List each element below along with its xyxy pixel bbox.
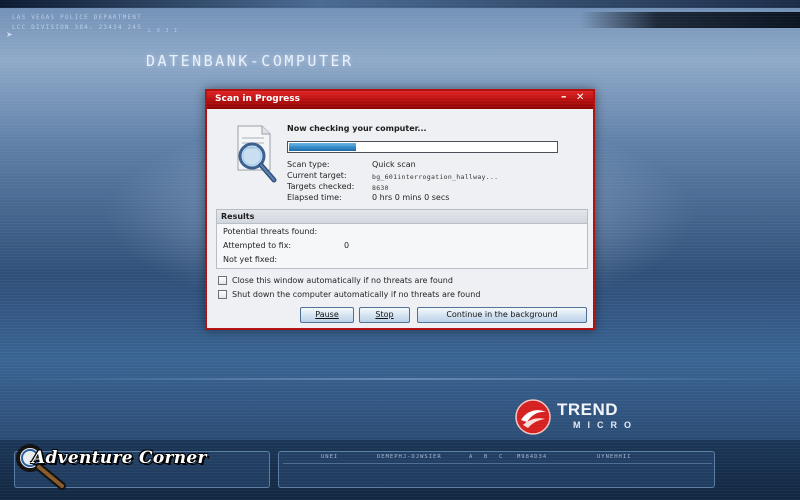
left-panel-code: L O J I <box>148 28 179 34</box>
dept-line-1: LAS VEGAS POLICE DEPARTMENT <box>12 14 142 21</box>
dept-line-2: LCC DIVISION 384- 23434 245 <box>12 24 142 31</box>
auto-shutdown-checkbox[interactable] <box>218 290 227 299</box>
brand-micro-text: MICRO <box>573 420 638 430</box>
screen-title: DATENBANK-COMPUTER <box>146 52 354 70</box>
current-target-value: bg_601interrogation_hallway... <box>372 173 499 181</box>
bottom-right-panel: UNEI DEMEPHJ-DJWSIER A B C M984D34 UYNEH… <box>278 451 715 488</box>
horizon-glow <box>0 378 800 380</box>
column-label: UNEI <box>321 454 339 460</box>
pause-button[interactable]: Pause <box>300 307 354 323</box>
results-header: Results <box>217 210 587 224</box>
auto-close-checkbox[interactable] <box>218 276 227 285</box>
scan-dialog: Scan in Progress – ✕ Now checking your c… <box>205 89 595 330</box>
targets-checked-value: 8630 <box>372 184 389 192</box>
top-strip <box>0 0 800 8</box>
auto-close-label: Close this window automatically if no th… <box>232 276 453 285</box>
scan-heading: Now checking your computer... <box>287 124 427 133</box>
elapsed-time-label: Elapsed time: <box>287 193 342 202</box>
watermark-text: Adventure Corner <box>32 448 207 469</box>
column-label: C <box>499 454 504 460</box>
bottom-console <box>0 440 800 500</box>
dialog-titlebar[interactable]: Scan in Progress – ✕ <box>207 90 593 109</box>
column-label: DEMEPHJ-DJWSIER <box>377 454 442 460</box>
results-title: Results <box>221 212 255 221</box>
magnifier-document-icon <box>237 125 277 183</box>
panel-divider <box>283 463 712 464</box>
continue-background-button[interactable]: Continue in the background <box>417 307 587 323</box>
column-label: A <box>469 454 474 460</box>
targets-checked-label: Targets checked: <box>287 182 355 191</box>
brand-trend-text: TREND <box>557 400 619 419</box>
cursor-mark-icon: ➤ <box>6 30 13 39</box>
trend-micro-logo-icon <box>515 399 551 435</box>
minimize-icon[interactable]: – <box>561 90 567 103</box>
top-dark-bar <box>580 12 800 28</box>
scan-progress-bar <box>287 141 558 153</box>
column-label: M984D34 <box>517 454 548 460</box>
current-target-label: Current target: <box>287 171 347 180</box>
attempted-fix-label: Attempted to fix: <box>223 241 292 250</box>
close-icon[interactable]: ✕ <box>576 92 584 103</box>
results-panel: Results Potential threats found: Attempt… <box>216 209 588 269</box>
department-header: LAS VEGAS POLICE DEPARTMENT LCC DIVISION… <box>12 13 142 33</box>
threats-found-label: Potential threats found: <box>223 227 318 236</box>
dialog-title: Scan in Progress <box>215 94 300 104</box>
not-fixed-label: Not yet fixed: <box>223 255 278 264</box>
column-label: B <box>484 454 489 460</box>
stop-button[interactable]: Stop <box>359 307 410 323</box>
scan-type-label: Scan type: <box>287 160 330 169</box>
column-label: UYNEHHII <box>597 454 632 460</box>
scan-type-value: Quick scan <box>372 160 416 169</box>
elapsed-time-value: 0 hrs 0 mins 0 secs <box>372 193 450 202</box>
bottom-left-panel <box>14 451 270 488</box>
game-backdrop: LAS VEGAS POLICE DEPARTMENT LCC DIVISION… <box>0 0 800 500</box>
magnifier-icon <box>16 444 66 490</box>
attempted-fix-value: 0 <box>344 241 350 250</box>
scan-progress-fill <box>289 143 356 151</box>
auto-shutdown-label: Shut down the computer automatically if … <box>232 290 481 299</box>
